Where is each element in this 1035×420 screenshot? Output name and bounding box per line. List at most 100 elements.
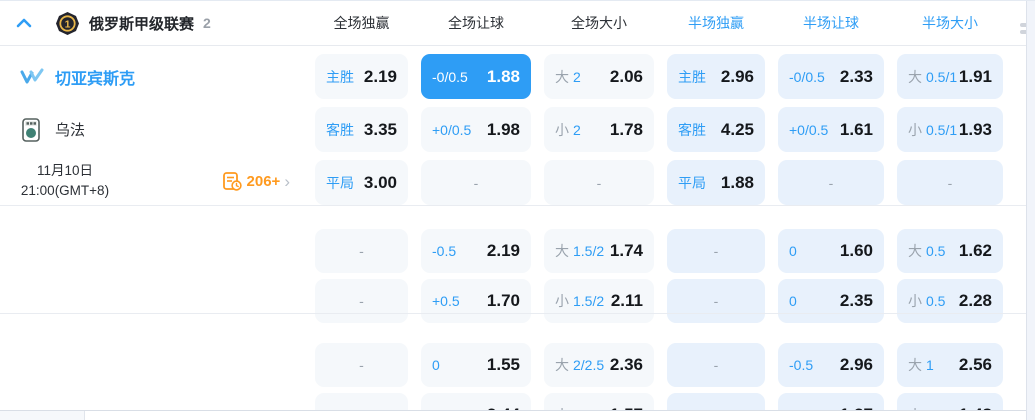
odds-cell-empty: - <box>544 160 654 205</box>
odds-line-label: 主胜 <box>326 68 354 85</box>
odds-area: 主胜 2.19 -0/0.5 1.88 大 2 2.06 主胜 2.96 -0/0.5 2.33 大 0… <box>310 46 1035 420</box>
home-team-name: 切亚宾斯克 <box>55 70 136 88</box>
odds-group: - -0.5 2.19 大 1.5/2 1.74-0 1.60 大 0.5 1.62- +0.5 1.… <box>310 221 1035 335</box>
odds-line-label: 0 <box>432 357 440 373</box>
next-section-stub <box>0 411 1026 420</box>
odds-value: 1.98 <box>486 119 520 139</box>
odds-cell[interactable]: 主胜 2.96 <box>667 54 765 99</box>
markets-stats-icon <box>222 171 242 191</box>
odds-line-prefix: 大 <box>555 357 569 373</box>
odds-cell[interactable]: 小 2 1.78 <box>544 107 654 152</box>
league-header-left: 1 俄罗斯甲级联赛 2 <box>0 11 310 36</box>
odds-cell-empty: - <box>897 160 1003 205</box>
odds-cell[interactable]: +0/0.5 1.98 <box>421 107 531 152</box>
collapse-chevron-up-icon[interactable] <box>14 13 34 33</box>
odds-cell[interactable]: 大 1.5/2 1.74 <box>544 229 654 273</box>
home-team-row: 切亚宾斯克 <box>0 54 310 99</box>
odds-cell-empty: - <box>778 160 884 205</box>
odds-cell-empty: - <box>315 343 408 387</box>
match-info-panel: 切亚宾斯克 乌法 11月10日 21:00(GMT+8) 206+ › <box>0 46 310 410</box>
away-team-row: 乌法 <box>0 107 310 152</box>
odds-cell[interactable]: 0 1.60 <box>778 229 884 273</box>
odds-value: 3.00 <box>363 172 397 192</box>
odds-cell[interactable]: 大 1 2.56 <box>897 343 1003 387</box>
odds-value: 1.60 <box>839 241 873 260</box>
odds-cell[interactable]: +0.5 1.70 <box>421 279 531 323</box>
odds-value: 1.61 <box>839 119 873 139</box>
odds-row: - -0.5 2.19 大 1.5/2 1.74-0 1.60 大 0.5 1.62 <box>310 229 1035 273</box>
odds-line-prefix: 小 <box>555 121 569 138</box>
odds-value: 2.19 <box>363 66 397 86</box>
right-scroll-strip[interactable] <box>1026 1 1035 420</box>
odds-value: 2.35 <box>839 291 873 310</box>
odds-line-label: +0/0.5 <box>789 121 829 138</box>
odds-row: 平局 3.00- - 平局 1.88- - <box>310 160 1035 205</box>
odds-cell[interactable]: 主胜 2.19 <box>315 54 408 99</box>
odds-group: -01.55大2/2.52.36--0.52.96大12.56-02.44小2/… <box>310 335 1035 420</box>
odds-line-label: -0.5 <box>789 357 814 373</box>
odds-line-label: +0/0.5 <box>432 121 472 138</box>
odds-line-label: 0 <box>789 243 797 259</box>
league-match-count: 2 <box>203 15 211 31</box>
odds-line-label: 平局 <box>326 174 354 191</box>
odds-cell[interactable]: -0.5 2.19 <box>421 229 531 273</box>
odds-value: 2.36 <box>609 355 643 374</box>
odds-cell[interactable]: 0 2.35 <box>778 279 884 323</box>
odds-cell[interactable]: 大 0.5 1.62 <box>897 229 1003 273</box>
odds-cell[interactable]: 大 2/2.5 2.36 <box>544 343 654 387</box>
next-section-stub-left <box>0 411 85 420</box>
odds-line-prefix: 大 <box>555 243 569 259</box>
odds-line-label: 小 1.5/2 <box>555 293 605 309</box>
odds-cell[interactable]: 客胜 4.25 <box>667 107 765 152</box>
odds-cell[interactable]: -0/0.5 1.88 <box>421 54 531 99</box>
group-divider <box>0 205 1026 206</box>
odds-group: 主胜 2.19 -0/0.5 1.88 大 2 2.06 主胜 2.96 -0/0.5 2.33 大 0… <box>310 46 1035 221</box>
odds-line-prefix: 小 <box>555 293 569 309</box>
odds-line-label: 大2 <box>555 68 581 85</box>
odds-value: 2.06 <box>609 66 643 86</box>
odds-cell[interactable]: 大 0.5/1 1.91 <box>897 54 1003 99</box>
odds-cell[interactable]: 小 0.5/1 1.93 <box>897 107 1003 152</box>
away-team-name: 乌法 <box>55 122 86 139</box>
odds-value: 2.19 <box>486 241 520 260</box>
odds-line-label: 客胜 <box>678 121 706 138</box>
odds-value: 1.55 <box>486 355 520 374</box>
odds-cell-empty: - <box>315 229 408 273</box>
match-body: 切亚宾斯克 乌法 11月10日 21:00(GMT+8) 206+ › 主胜 2… <box>0 46 1035 420</box>
odds-value: 1.62 <box>958 241 992 260</box>
group-divider <box>0 313 1026 314</box>
odds-cell[interactable]: +0/0.5 1.61 <box>778 107 884 152</box>
odds-line-prefix: 大 <box>908 243 922 259</box>
odds-cell[interactable]: -0/0.5 2.33 <box>778 54 884 99</box>
column-header-ht-win: 半场独赢 <box>688 15 744 31</box>
kickoff-time: 11月10日 21:00(GMT+8) <box>6 161 124 200</box>
odds-cell[interactable]: 大 2 2.06 <box>544 54 654 99</box>
odds-value: 1.91 <box>958 66 992 86</box>
odds-value: 1.78 <box>609 119 643 139</box>
odds-line-label: 小 0.5/1 <box>908 121 958 138</box>
odds-cell[interactable]: 平局 3.00 <box>315 160 408 205</box>
odds-line-label: -0.5 <box>432 243 457 259</box>
odds-cell[interactable]: -0.5 2.96 <box>778 343 884 387</box>
league-title: 俄罗斯甲级联赛 <box>89 15 195 33</box>
odds-value: 1.70 <box>486 291 520 310</box>
column-header-ht-handicap: 半场让球 <box>803 15 859 31</box>
odds-cell[interactable]: 小 1.5/2 2.11 <box>544 279 654 323</box>
more-markets-link[interactable]: 206+ › <box>222 171 290 191</box>
chevron-right-icon: › <box>284 171 290 191</box>
odds-line-label: 大 0.5/1 <box>908 68 958 85</box>
odds-panel: 1 俄罗斯甲级联赛 2 全场独赢 全场让球 全场大小 半场独赢 半场让球 半场大… <box>0 0 1035 420</box>
odds-cell[interactable]: 平局 1.88 <box>667 160 765 205</box>
odds-cell[interactable]: 客胜 3.35 <box>315 107 408 152</box>
odds-value: 2.33 <box>839 66 873 86</box>
odds-cell[interactable]: 小 0.5 2.28 <box>897 279 1003 323</box>
odds-line-label: 大 2/2.5 <box>555 357 605 373</box>
market-column-headers: 全场独赢 全场让球 全场大小 半场独赢 半场让球 半场大小 <box>310 13 1003 33</box>
kickoff-date: 11月10日 <box>36 163 94 179</box>
odds-cell[interactable]: 0 1.55 <box>421 343 531 387</box>
odds-value: 4.25 <box>720 119 754 139</box>
odds-line-label: 小2 <box>555 121 581 138</box>
svg-text:1: 1 <box>65 18 71 30</box>
home-team-logo-icon <box>20 65 44 89</box>
away-team-logo-icon <box>20 117 44 142</box>
